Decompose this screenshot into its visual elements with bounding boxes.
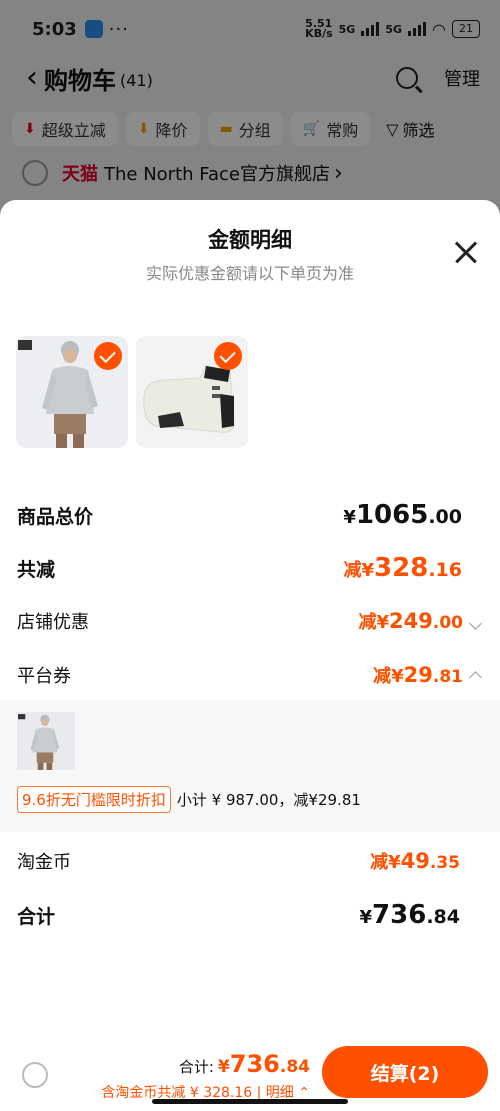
reduce-prefix: 减¥: [358, 612, 390, 633]
amount-integer: 328: [374, 553, 429, 583]
amount-decimal: .35: [429, 853, 460, 873]
sheet-title: 金额明细: [208, 228, 292, 252]
amount-decimal: .81: [432, 667, 463, 687]
platform-coupon-detail: 9.6折无门槛限时折扣 小计 ¥ 987.00，减¥29.81: [0, 700, 500, 832]
amount-integer: 736: [372, 900, 427, 930]
reduce-prefix: 减¥: [373, 666, 404, 687]
amount-decimal: .16: [428, 559, 462, 581]
taojinbi-value: 减¥ 49 .35: [370, 848, 460, 874]
select-all-radio[interactable]: [22, 1062, 48, 1088]
amount-integer: 49: [400, 849, 430, 873]
row-shop-discount[interactable]: 店铺优惠 减¥ 249 .00: [0, 608, 500, 634]
taojinbi-label: 淘金币: [17, 852, 71, 873]
bottom-total: 合计: ¥ 736 .84: [179, 1050, 310, 1078]
total-reduce-label: 共减: [17, 558, 56, 581]
total-reduce-value: 减¥ 328 .16: [344, 553, 462, 583]
home-indicator: [152, 1099, 348, 1104]
row-total-reduce: 共减 减¥ 328 .16: [0, 553, 500, 583]
chevron-up-icon[interactable]: [469, 671, 482, 684]
close-icon[interactable]: [454, 240, 478, 264]
amount-detail-sheet: 金额明细 实际优惠金额请以下单页为准: [0, 200, 500, 1111]
row-sum: 合计 ¥ 736 .84: [0, 900, 500, 930]
total-price-label: 商品总价: [17, 505, 94, 528]
amount-integer: 736: [229, 1050, 280, 1078]
currency-symbol: ¥: [217, 1057, 230, 1077]
coupon-product-thumb: [17, 712, 75, 770]
row-total-price: 商品总价 ¥ 1065 .00: [0, 500, 500, 530]
amount-integer: 29: [403, 663, 433, 687]
bottom-total-label: 合计:: [178, 1058, 214, 1076]
coupon-subtotal: 小计 ¥ 987.00，减¥29.81: [176, 791, 361, 809]
reduce-prefix: 减¥: [343, 560, 375, 581]
chevron-down-icon[interactable]: [469, 617, 482, 630]
shop-discount-value: 减¥ 249 .00: [358, 608, 482, 634]
platform-coupon-label: 平台券: [17, 666, 71, 687]
currency-symbol: ¥: [343, 507, 356, 528]
reduce-prefix: 减¥: [370, 852, 401, 873]
coupon-summary: 9.6折无门槛限时折扣 小计 ¥ 987.00，减¥29.81: [17, 786, 361, 813]
amount-decimal: .00: [428, 506, 462, 528]
product-thumbnails: [16, 336, 248, 448]
sum-label: 合计: [17, 905, 56, 928]
selected-check-icon[interactable]: [214, 342, 242, 370]
amount-decimal: .84: [426, 906, 460, 928]
selected-check-icon[interactable]: [94, 342, 122, 370]
row-platform-coupon[interactable]: 平台券 减¥ 29 .81: [0, 662, 500, 688]
coupon-tag: 9.6折无门槛限时折扣: [17, 786, 171, 813]
total-price-value: ¥ 1065 .00: [343, 500, 462, 530]
amount-decimal: .84: [279, 1057, 310, 1077]
sheet-subtitle: 实际优惠金额请以下单页为准: [145, 264, 354, 283]
amount-integer: 249: [389, 609, 433, 633]
platform-coupon-value: 减¥ 29 .81: [373, 662, 482, 688]
checkout-button[interactable]: 结算(2): [322, 1046, 488, 1098]
sum-value: ¥ 736 .84: [360, 900, 460, 930]
product-thumb-socks[interactable]: [136, 336, 248, 448]
jacket-image-small: [18, 714, 60, 770]
amount-integer: 1065: [355, 500, 429, 530]
amount-decimal: .00: [432, 613, 463, 633]
row-taojinbi: 淘金币 减¥ 49 .35: [0, 848, 500, 874]
shop-discount-label: 店铺优惠: [17, 612, 89, 633]
product-thumb-jacket[interactable]: [16, 336, 128, 448]
currency-symbol: ¥: [359, 907, 373, 928]
